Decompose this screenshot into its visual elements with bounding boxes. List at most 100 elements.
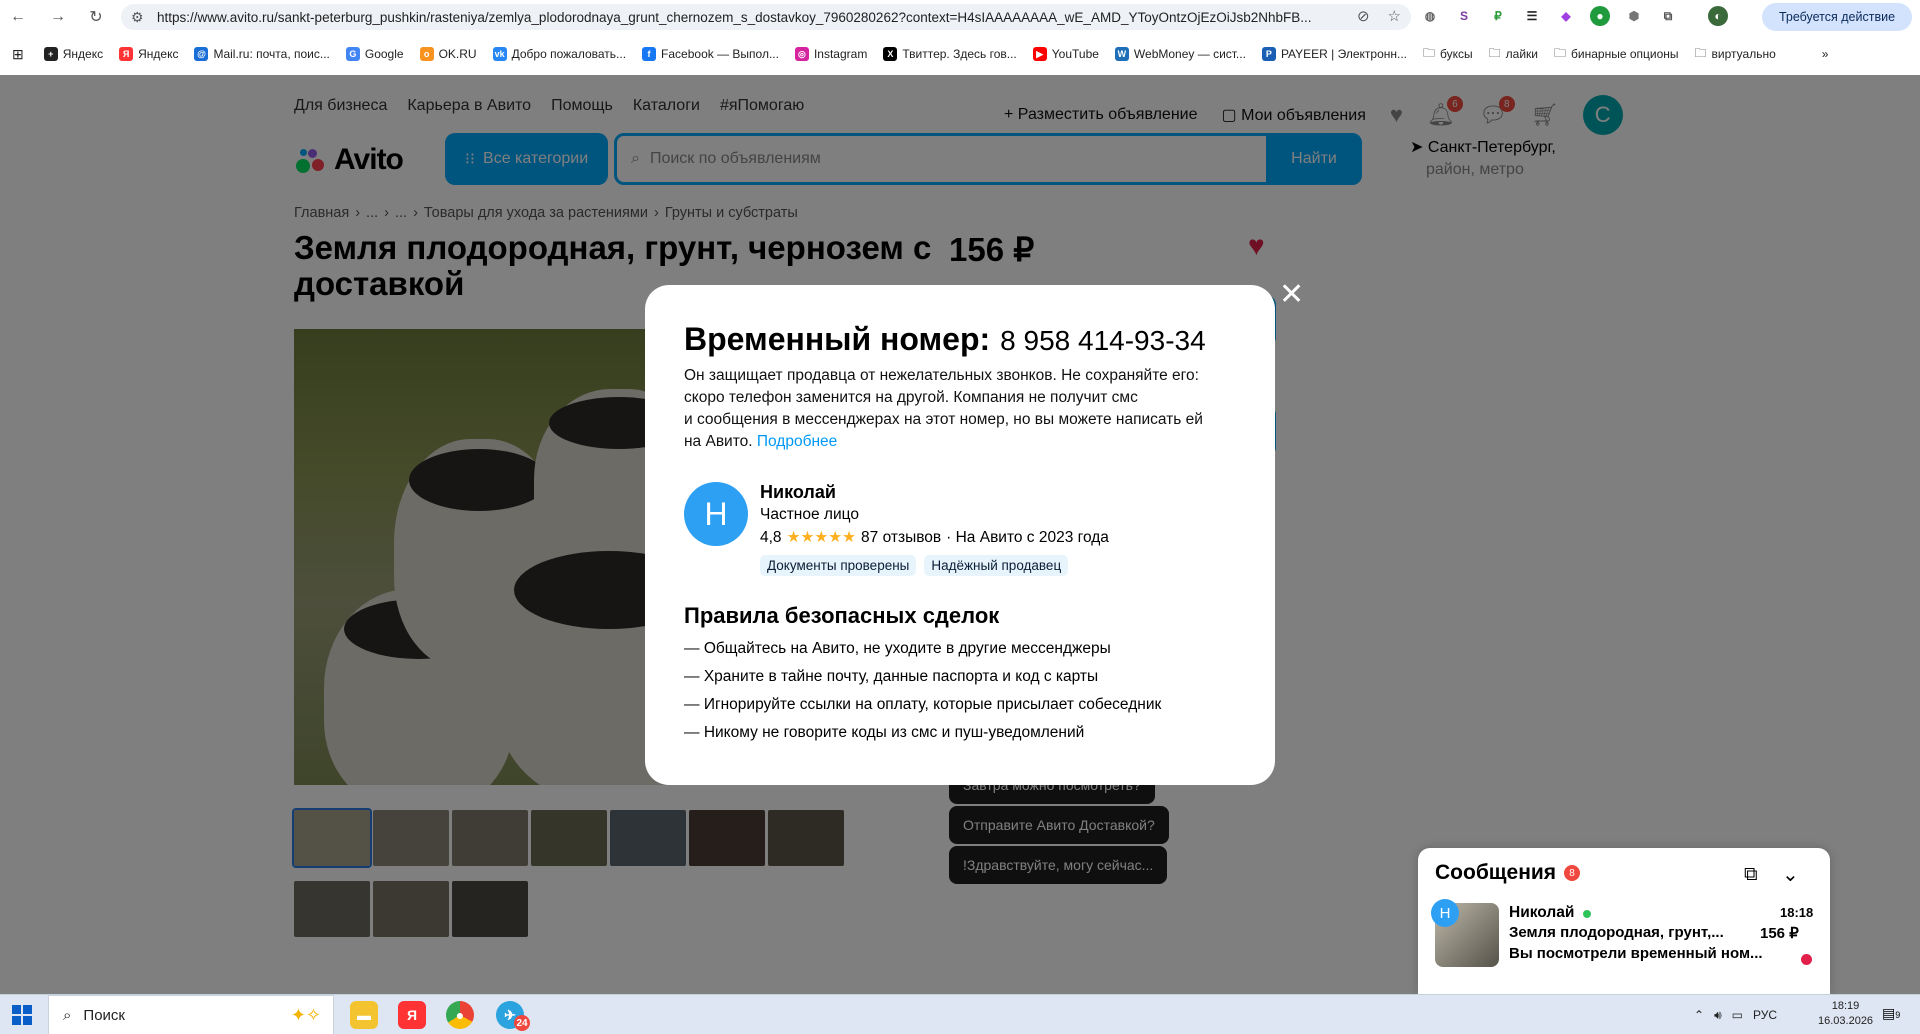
yandex-icon: Я — [119, 47, 134, 61]
chat-item-price: 156 ₽ — [1760, 925, 1799, 942]
folder-icon: 🗀 — [1694, 45, 1707, 60]
chat-item-title[interactable]: Земля плодородная, грунт,... — [1509, 924, 1769, 941]
messages-panel: Сообщения 8 ⧉ ⌄ Н Николай 18:18 Земля пло… — [1418, 848, 1830, 994]
messages-title: Сообщения 8 — [1435, 861, 1581, 885]
language-indicator[interactable]: РУС — [1753, 1008, 1777, 1022]
telegram-icon[interactable]: ✈ 24 — [496, 1001, 530, 1031]
bookmark-item[interactable]: W WebMoney — сист... — [1114, 47, 1246, 61]
temp-number-modal: Временный номер: 8 958 414-93-34 Он защи… — [645, 285, 1275, 785]
gem-ext-icon[interactable]: ◆ — [1556, 6, 1576, 26]
youtube-icon: ▶ — [1032, 47, 1047, 61]
taskbar-search[interactable]: ⌕ Поиск ✦✧ — [48, 995, 334, 1034]
seller-rating: 4,8 ★★★★★ 87 отзывов · На Авито с 2023 г… — [760, 528, 1109, 547]
extensions-bar: ◍ S ₽ ☰ ◆ ● ⬢ ⧉ ◐ — [1420, 6, 1728, 26]
bookmark-item[interactable]: f Facebook — Выпол... — [642, 47, 779, 61]
action-required-button[interactable]: Требуется действие — [1762, 3, 1912, 31]
rule-item: Общайтесь на Авито, не уходите в другие … — [684, 635, 1161, 663]
bookmarks-bar: ⊞ + Яндекс Я Яндекс @ Mail.ru: почта, поис.… — [0, 40, 1920, 68]
bookmark-folder[interactable]: 🗀 лайки — [1489, 44, 1538, 65]
file-explorer-icon[interactable]: ▬ — [350, 1001, 378, 1029]
bookmark-item[interactable]: vk Добро пожаловать... — [492, 47, 626, 61]
yandex-browser-icon[interactable]: Я — [398, 1001, 426, 1029]
chrome-icon[interactable]: ● — [446, 1001, 474, 1029]
bookmark-item[interactable]: @ Mail.ru: почта, поис... — [194, 47, 330, 61]
facebook-icon: f — [642, 47, 657, 61]
more-link[interactable]: Подробнее — [757, 433, 837, 450]
bookmark-item[interactable]: G Google — [345, 47, 404, 61]
notification-center-icon[interactable]: ▤9 — [1882, 1005, 1900, 1022]
online-indicator — [1583, 910, 1591, 918]
hide-icon[interactable]: ⊘ — [1357, 7, 1370, 25]
payeer-icon: P — [1261, 47, 1276, 61]
list-ext-icon[interactable]: ☰ — [1522, 6, 1542, 26]
open-external-icon[interactable]: ⧉ — [1744, 864, 1758, 886]
folder-icon: 🗀 — [1488, 45, 1501, 60]
back-button[interactable]: ← — [4, 3, 32, 31]
phone-number[interactable]: 8 958 414-93-34 — [1000, 325, 1206, 357]
google-icon: G — [345, 47, 360, 61]
seller-avatar[interactable]: Н — [684, 482, 748, 546]
bookmark-item[interactable]: ▶ YouTube — [1032, 47, 1099, 61]
address-bar[interactable]: ⚙ https://www.avito.ru/sankt-peterburg_p… — [121, 4, 1411, 30]
network-icon[interactable]: ▭ — [1732, 1008, 1743, 1022]
bookmark-item[interactable]: Я Яндекс — [119, 47, 178, 61]
green-ext-icon[interactable]: ● — [1590, 6, 1610, 26]
apps-icon[interactable]: ⊞ — [12, 46, 24, 63]
search-icon: ⌕ — [63, 1006, 72, 1024]
tag-documents-verified: Документы проверены — [760, 555, 917, 576]
folder-icon: 🗀 — [1554, 45, 1567, 60]
chat-last-message[interactable]: Вы посмотрели временный ном... — [1509, 945, 1779, 962]
bookmark-folder[interactable]: 🗀 виртуально — [1695, 44, 1776, 65]
windows-taskbar: ⌕ Поиск ✦✧ ▬ Я ● ✈ 24 ⌃ 🔊︎ ▭ РУС 18:19 16… — [0, 994, 1920, 1034]
profile-icon[interactable]: ◐ — [1708, 6, 1728, 26]
yandex-plus-icon: + — [43, 47, 58, 61]
bookmark-item[interactable]: + Яндекс — [43, 47, 103, 61]
bookmark-folder[interactable]: 🗀 бинарные опционы — [1554, 44, 1679, 65]
reviews-link[interactable]: 87 отзывов — [861, 529, 941, 547]
globe-ext-icon[interactable]: ◍ — [1420, 6, 1440, 26]
puzzle-ext-icon[interactable]: ⧉ — [1658, 6, 1678, 26]
chat-sender-name[interactable]: Николай — [1509, 904, 1574, 922]
chevron-down-icon[interactable]: ⌄ — [1782, 862, 1799, 887]
url-text: https://www.avito.ru/sankt-peterburg_pus… — [157, 9, 1312, 25]
close-icon[interactable]: ✕ — [1279, 280, 1304, 310]
windows-start-icon[interactable] — [12, 1005, 32, 1025]
rule-item: Никому не говорите коды из смс и пуш-уве… — [684, 719, 1161, 747]
bookmark-star-icon[interactable]: ☆ — [1388, 7, 1401, 25]
mailru-icon: @ — [194, 47, 209, 61]
bookmark-item[interactable]: ◎ Instagram — [794, 47, 867, 61]
safe-deals-title: Правила безопасных сделок — [684, 603, 1000, 628]
seller-tags: Документы проверены Надёжный продавец — [760, 555, 1069, 576]
tray-chevron-icon[interactable]: ⌃ — [1694, 1008, 1704, 1022]
vk-icon: vk — [492, 47, 507, 61]
bookmark-item[interactable]: o OK.RU — [419, 47, 477, 61]
modal-heading: Временный номер: 8 958 414-93-34 — [684, 321, 1206, 357]
se-ext-icon[interactable]: S — [1454, 6, 1474, 26]
chat-time: 18:18 — [1780, 905, 1814, 920]
folder-icon: 🗀 — [1423, 45, 1436, 60]
system-tray: ⌃ 🔊︎ ▭ РУС — [1694, 995, 1777, 1034]
shield-ext-icon[interactable]: ⬢ — [1624, 6, 1644, 26]
ok-icon: o — [419, 47, 434, 61]
messages-count-badge: 8 — [1564, 865, 1581, 881]
modal-description: Он защищает продавца от нежелательных зв… — [684, 367, 1203, 450]
seller-name[interactable]: Николай — [760, 482, 836, 503]
webmoney-icon: W — [1114, 47, 1129, 61]
tag-reliable-seller: Надёжный продавец — [924, 555, 1069, 576]
chat-avatar: Н — [1431, 899, 1459, 927]
ruble-ext-icon[interactable]: ₽ — [1488, 6, 1508, 26]
rule-item: Храните в тайне почту, данные паспорта и… — [684, 663, 1161, 691]
site-info-icon[interactable]: ⚙ — [131, 9, 144, 26]
bookmark-folder[interactable]: 🗀 буксы — [1423, 44, 1473, 65]
reload-button[interactable]: ↻ — [82, 3, 110, 31]
safe-deals-list: Общайтесь на Авито, не уходите в другие … — [684, 635, 1161, 747]
more-bookmarks-icon[interactable]: » — [1822, 47, 1829, 61]
bookmark-item[interactable]: X Твиттер. Здесь гов... — [883, 47, 1017, 61]
volume-icon[interactable]: 🔊︎ — [1714, 1008, 1722, 1023]
copilot-sparkle-icon: ✦✧ — [290, 1004, 321, 1025]
taskbar-clock[interactable]: 18:19 16.03.2026 — [1818, 999, 1873, 1029]
bookmark-item[interactable]: P PAYEER | Электронн... — [1261, 47, 1407, 61]
rating-stars-icon: ★★★★★ — [786, 529, 857, 546]
telegram-badge: 24 — [514, 1015, 530, 1031]
forward-button[interactable]: → — [44, 3, 72, 31]
